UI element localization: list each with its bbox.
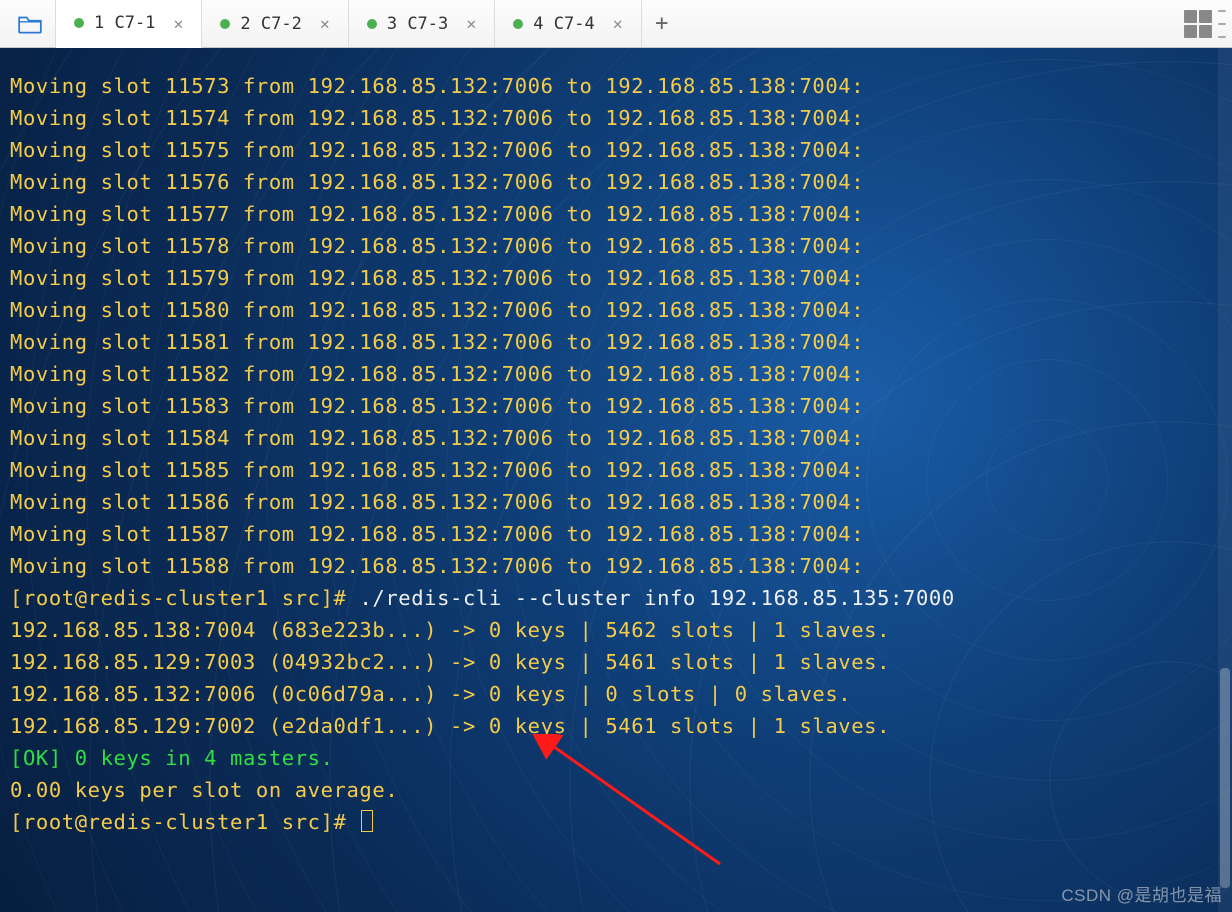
moving-slot-line: Moving slot 11584 from 192.168.85.132:70… [10,422,1230,454]
moving-slot-line: Moving slot 11582 from 192.168.85.132:70… [10,358,1230,390]
moving-slot-line: Moving slot 11577 from 192.168.85.132:70… [10,198,1230,230]
terminal-scrollbar[interactable] [1218,48,1232,912]
add-tab-button[interactable]: + [642,0,682,47]
close-tab-button[interactable]: ✕ [462,15,480,33]
moving-slot-line: Moving slot 11588 from 192.168.85.132:70… [10,550,1230,582]
tab-label: 4 C7-4 [533,14,594,34]
prompt-line-empty: [root@redis-cluster1 src]# [10,806,1230,838]
moving-slot-line: Moving slot 11587 from 192.168.85.132:70… [10,518,1230,550]
moving-slot-line: Moving slot 11583 from 192.168.85.132:70… [10,390,1230,422]
moving-slot-line: Moving slot 11586 from 192.168.85.132:70… [10,486,1230,518]
tab-label: 3 C7-3 [387,14,448,34]
tab-4[interactable]: 4 C7-4 ✕ [495,0,641,47]
cluster-info-line: 192.168.85.132:7006 (0c06d79a...) -> 0 k… [10,678,1230,710]
folder-open-icon [17,13,43,35]
command-text: ./redis-cli --cluster info 192.168.85.13… [359,586,954,610]
connection-status-icon [367,19,377,29]
tab-bar: 1 C7-1 ✕ 2 C7-2 ✕ 3 C7-3 ✕ 4 C7-4 ✕ + [0,0,1232,48]
tab-3[interactable]: 3 C7-3 ✕ [349,0,495,47]
moving-slot-line: Moving slot 11573 from 192.168.85.132:70… [10,70,1230,102]
ok-status-line: [OK] 0 keys in 4 masters. [10,742,1230,774]
plus-icon: + [655,11,668,36]
cluster-info-line: 192.168.85.129:7003 (04932bc2...) -> 0 k… [10,646,1230,678]
tab-label: 1 C7-1 [94,13,155,33]
prompt-line: [root@redis-cluster1 src]# ./redis-cli -… [10,582,1230,614]
tab-1[interactable]: 1 C7-1 ✕ [56,0,202,48]
tab-label: 2 C7-2 [240,14,301,34]
close-tab-button[interactable]: ✕ [169,14,187,32]
moving-slot-line: Moving slot 11578 from 192.168.85.132:70… [10,230,1230,262]
cluster-info-line: 192.168.85.138:7004 (683e223b...) -> 0 k… [10,614,1230,646]
tab-2[interactable]: 2 C7-2 ✕ [202,0,348,47]
cursor-icon [361,810,373,832]
shell-prompt: [root@redis-cluster1 src]# [10,586,359,610]
moving-slot-line: Moving slot 11580 from 192.168.85.132:70… [10,294,1230,326]
scrollbar-thumb[interactable] [1220,668,1230,888]
cluster-info-line: 192.168.85.129:7002 (e2da0df1...) -> 0 k… [10,710,1230,742]
open-folder-button[interactable] [4,0,56,47]
moving-slot-line: Moving slot 11585 from 192.168.85.132:70… [10,454,1230,486]
terminal-pane[interactable]: Moving slot 11573 from 192.168.85.132:70… [0,48,1232,912]
watermark-text: CSDN @是胡也是福 [1061,881,1222,906]
moving-slot-line: Moving slot 11574 from 192.168.85.132:70… [10,102,1230,134]
connection-status-icon [220,19,230,29]
close-tab-button[interactable]: ✕ [316,15,334,33]
connection-status-icon [513,19,523,29]
connection-status-icon [74,18,84,28]
drag-handle-icon [1218,10,1226,38]
close-tab-button[interactable]: ✕ [609,15,627,33]
average-line: 0.00 keys per slot on average. [10,774,1230,806]
moving-slot-line: Moving slot 11579 from 192.168.85.132:70… [10,262,1230,294]
shell-prompt: [root@redis-cluster1 src]# [10,810,359,834]
moving-slot-line: Moving slot 11575 from 192.168.85.132:70… [10,134,1230,166]
moving-slot-line: Moving slot 11576 from 192.168.85.132:70… [10,166,1230,198]
moving-slot-line: Moving slot 11581 from 192.168.85.132:70… [10,326,1230,358]
layout-grid-button[interactable] [1184,10,1212,38]
